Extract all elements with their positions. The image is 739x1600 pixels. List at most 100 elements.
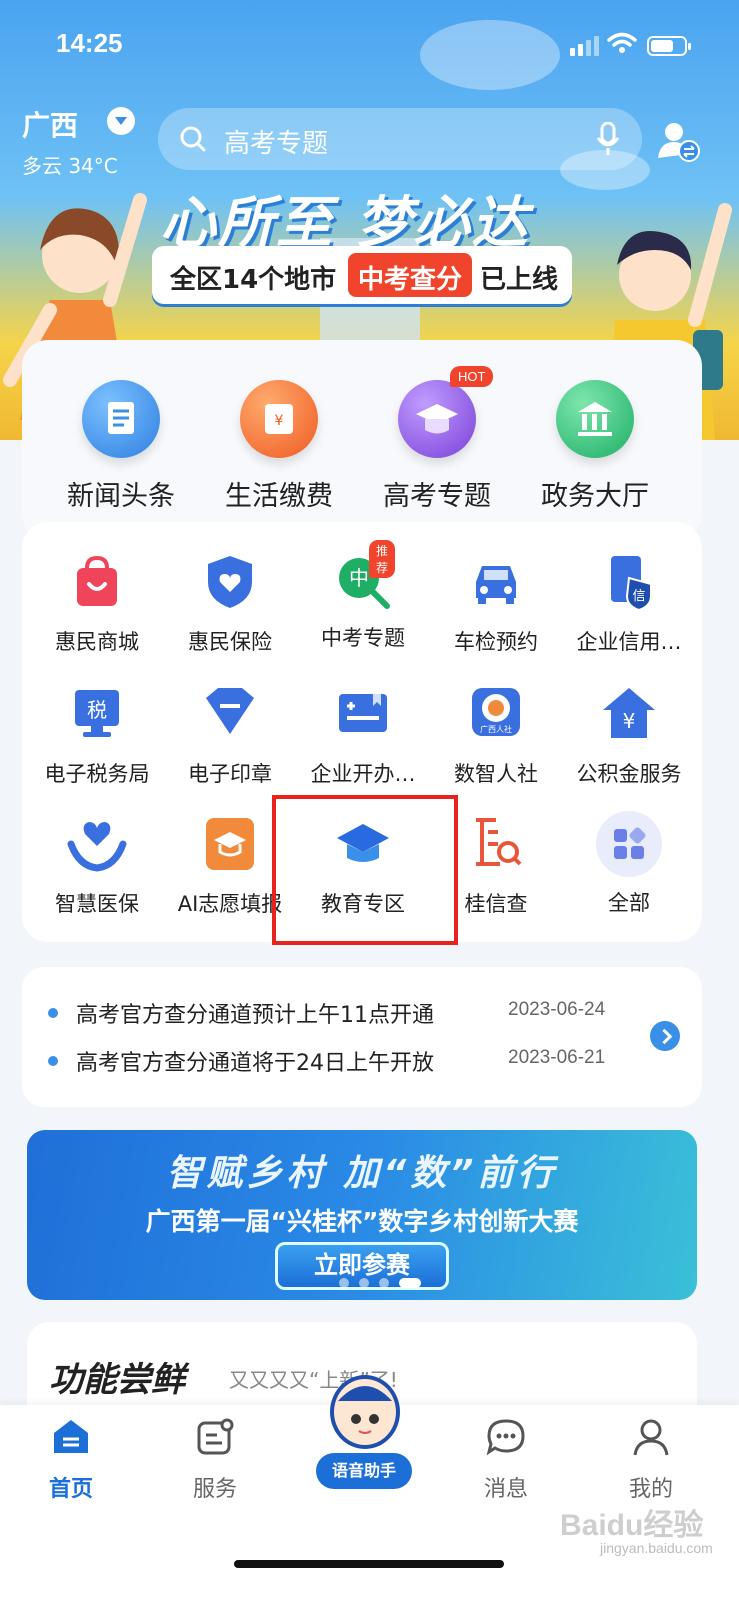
- search-input[interactable]: 高考专题: [224, 123, 328, 160]
- battery-icon: [647, 36, 691, 56]
- news-ticker-card[interactable]: 高考官方查分通道预计上午11点开通 2023-06-24 高考官方查分通道将于2…: [22, 967, 702, 1107]
- tab-service[interactable]: 服务: [160, 1417, 270, 1503]
- tab-label: 消息: [483, 1477, 528, 1502]
- region-selector[interactable]: 广西: [22, 104, 78, 144]
- assistant-avatar: [330, 1375, 400, 1449]
- service-label: 数智人社: [454, 762, 538, 786]
- tab-profile[interactable]: 我的: [596, 1417, 706, 1503]
- banner-pill-highlight: 中考查分: [348, 253, 473, 297]
- zhongkao-glyph: 中: [349, 566, 369, 590]
- tab-message[interactable]: 消息: [451, 1417, 561, 1503]
- quick-item-label: 高考专题: [383, 481, 491, 512]
- service-all[interactable]: 全部: [562, 811, 696, 917]
- service-label: 电子印章: [188, 762, 272, 786]
- carousel-dot: [339, 1278, 349, 1288]
- housing-fund-glyph: ¥: [623, 709, 636, 733]
- social-security-icon: 广西人社: [472, 688, 520, 736]
- zhongkao-icon: 中 推荐: [333, 540, 396, 612]
- carousel-dots: [339, 1278, 421, 1288]
- carousel-dot-active: [399, 1278, 421, 1288]
- service-enterprise-credit[interactable]: 信 企业信用…: [562, 552, 696, 656]
- microphone-icon[interactable]: [596, 122, 620, 156]
- banner-pill-prefix: 全区14个地市: [170, 265, 337, 295]
- service-label: 全部: [608, 891, 650, 915]
- home-icon: [54, 1420, 88, 1453]
- news-icon: [82, 380, 160, 458]
- watermark: Baidu经验: [560, 1509, 704, 1542]
- svg-text:¥: ¥: [275, 413, 284, 429]
- tab-home[interactable]: 首页: [16, 1417, 126, 1503]
- news-title: 高考官方查分通道预计上午11点开通: [76, 1003, 434, 1028]
- service-label: 智慧医保: [55, 892, 139, 916]
- quick-item-news[interactable]: 新闻头条: [46, 380, 196, 513]
- profile-icon: [633, 1419, 669, 1456]
- news-date: 2023-06-21: [508, 1047, 606, 1068]
- wifi-icon: [607, 32, 637, 53]
- service-e-tax[interactable]: 税 电子税务局: [30, 684, 164, 788]
- bullet-dot: [48, 1008, 58, 1018]
- promo-banner[interactable]: 智赋乡村 加“数”前行 广西第一届“兴桂杯”数字乡村创新大赛 立即参赛: [27, 1130, 697, 1300]
- service-label: 惠民保险: [188, 630, 272, 654]
- home-indicator[interactable]: [234, 1560, 504, 1568]
- service-social-security[interactable]: 广西人社 数智人社: [429, 684, 563, 788]
- government-hall-icon: [556, 380, 634, 458]
- quick-entry-card: 新闻头条 ¥ 生活缴费 HOT 高考专题 政务大厅: [22, 340, 702, 540]
- bullet-dot: [48, 1056, 58, 1066]
- hot-badge: HOT: [450, 366, 494, 387]
- signal-icon: [570, 36, 599, 56]
- tax-glyph: 税: [87, 698, 107, 722]
- tax-monitor-icon: 税: [75, 690, 119, 737]
- quick-item-payment[interactable]: ¥ 生活缴费: [204, 380, 354, 513]
- business-start-icon: [339, 694, 387, 732]
- feature-title: 功能尝鲜: [49, 1360, 185, 1400]
- service-zhongkao[interactable]: 中 推荐 中考专题: [296, 540, 430, 652]
- service-icon: [197, 1418, 234, 1455]
- user-switch-icon[interactable]: [656, 118, 700, 162]
- tab-label: 首页: [48, 1477, 93, 1502]
- banner-pill-suffix: 已上线: [480, 265, 559, 295]
- insurance-shield-icon: [208, 556, 252, 608]
- credit-glyph: 信: [632, 589, 645, 604]
- news-date: 2023-06-24: [508, 999, 606, 1020]
- carousel-dot: [379, 1278, 389, 1288]
- service-label: 企业开办…: [310, 762, 416, 786]
- promo-title: 智赋乡村 加“数”前行: [166, 1153, 558, 1194]
- shopping-bag-icon: [77, 555, 117, 606]
- recommend-badge: 推荐: [369, 540, 396, 578]
- highlight-box: [272, 795, 458, 945]
- quick-item-gaokao[interactable]: HOT 高考专题: [362, 366, 512, 513]
- service-housing-fund[interactable]: ¥ 公积金服务: [562, 684, 696, 788]
- watermark-sub: jingyan.baidu.com: [600, 1540, 713, 1556]
- service-medical-insurance[interactable]: 智慧医保: [30, 814, 164, 918]
- service-business-start[interactable]: 企业开办…: [296, 684, 430, 788]
- news-item[interactable]: 高考官方查分通道预计上午11点开通 2023-06-24: [48, 997, 678, 1028]
- voice-assistant-button[interactable]: 语音助手: [316, 1375, 412, 1495]
- payment-icon: ¥: [240, 380, 318, 458]
- service-huimin-insurance[interactable]: 惠民保险: [163, 552, 297, 656]
- medical-insurance-icon: [67, 822, 127, 872]
- credit-doc-icon: 信: [611, 556, 652, 612]
- carousel-dot: [359, 1278, 369, 1288]
- guixincha-icon: [476, 818, 522, 866]
- ai-volunteer-icon: [206, 818, 254, 870]
- search-bar[interactable]: 高考专题: [158, 108, 642, 170]
- quick-item-gov-hall[interactable]: 政务大厅: [520, 380, 670, 513]
- chevron-down-icon[interactable]: [107, 107, 135, 135]
- quick-item-label: 政务大厅: [541, 481, 649, 512]
- service-huimin-mall[interactable]: 惠民商城: [30, 552, 164, 656]
- tab-label: 我的: [628, 1477, 673, 1502]
- banner-pill[interactable]: 全区14个地市 中考查分 已上线: [152, 246, 572, 304]
- search-icon: [180, 126, 206, 152]
- service-label: 中考专题: [321, 626, 405, 650]
- service-e-seal[interactable]: 电子印章: [163, 684, 297, 788]
- service-car-inspection[interactable]: 车检预约: [429, 552, 563, 656]
- tab-label: 服务: [192, 1477, 237, 1502]
- status-bar: 14:25: [0, 0, 739, 90]
- graduation-cap-icon: HOT: [398, 366, 494, 458]
- social-security-glyph: 广西人社: [480, 724, 512, 734]
- service-label: 惠民商城: [55, 630, 139, 654]
- news-item[interactable]: 高考官方查分通道将于24日上午开放 2023-06-21: [48, 1045, 678, 1076]
- chevron-right-icon[interactable]: [650, 1021, 680, 1051]
- assistant-label: 语音助手: [316, 1453, 412, 1489]
- seal-icon: [206, 688, 254, 734]
